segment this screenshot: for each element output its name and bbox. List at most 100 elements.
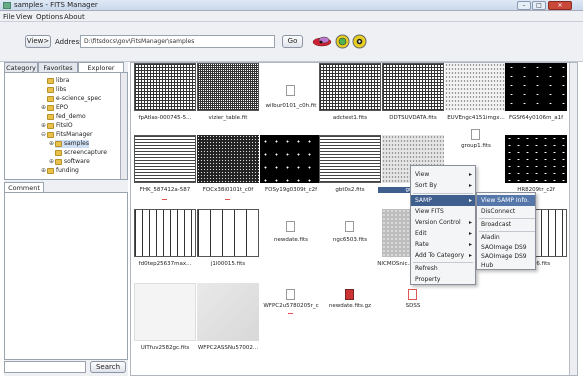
tree-node[interactable]: screencapture (55, 149, 107, 157)
file-name: vizier_table.fit (208, 115, 248, 121)
tree-node-selected[interactable]: samples (55, 140, 89, 148)
menu-item-view[interactable]: View ▸ (411, 169, 475, 180)
file-name: gbt0s2.fits (335, 187, 365, 193)
tree-node[interactable]: libra (47, 77, 69, 85)
folder-icon (47, 167, 54, 174)
marker (225, 199, 230, 200)
submenu-arrow-icon: ▸ (468, 230, 472, 237)
address-input[interactable]: D:\fitsdocs\gov\FitsManager\samples (80, 35, 275, 48)
menu-item-edit[interactable]: Edit ▸ (411, 228, 475, 239)
file-name: fd0tep25637max... (138, 261, 192, 267)
menu-view[interactable]: View (16, 13, 33, 21)
tree-vertical-scrollbar[interactable] (120, 73, 127, 179)
file-name: j1l00015.fits (210, 261, 246, 267)
tree-node[interactable]: FitsIO (47, 122, 73, 130)
minimize-button[interactable]: – (517, 1, 531, 10)
green-status-icon[interactable] (335, 34, 350, 49)
menu-item-samp[interactable]: SAMP ▸ (411, 195, 475, 206)
toolbar: View> Address D:\fitsdocs\gov\FitsManage… (0, 22, 583, 62)
menu-options[interactable]: Options (36, 13, 63, 21)
file-thumbnail (134, 135, 196, 183)
expand-toggle-icon[interactable]: ⊕ (49, 140, 54, 147)
left-panel: Category Favorites Explorer libra libs e… (4, 62, 128, 376)
submenu-arrow-icon: ▸ (468, 219, 472, 226)
maximize-button[interactable]: □ (532, 1, 546, 10)
folder-icon (47, 86, 54, 93)
tree-node[interactable]: EPO (47, 104, 68, 112)
folder-icon (47, 95, 54, 102)
folder-doc-icon (408, 289, 417, 300)
file-thumbnail (382, 209, 412, 257)
menu-item-hub[interactable]: Hub (477, 260, 535, 271)
file-name: fpAtlas-000745-5... (138, 115, 192, 121)
folder-icon (55, 149, 62, 156)
menu-item-version-control[interactable]: Version Control ▸ (411, 217, 475, 228)
file-document-icon (286, 221, 295, 232)
title-bar: samples - FITS Manager – □ ✕ (0, 0, 583, 11)
context-menu: View ▸ Sort By ▸ SAMP ▸ View FITS Version C… (410, 165, 476, 285)
file-thumbnail (134, 63, 196, 111)
search-input[interactable] (4, 361, 86, 373)
submenu-arrow-icon: ▸ (468, 197, 472, 204)
expand-toggle-icon[interactable]: ⊕ (49, 158, 54, 165)
file-document-icon (471, 129, 480, 140)
folder-tree: libra libs e-science_spec ⊕ EPO fed_demo… (4, 72, 128, 180)
file-document-icon (345, 221, 354, 232)
address-label: Address (55, 38, 83, 46)
tree-node[interactable]: software (55, 158, 90, 166)
file-document-icon (286, 85, 295, 96)
expand-toggle-icon[interactable]: ⊕ (41, 167, 46, 174)
menu-item-add-to-category[interactable]: Add To Category ▸ (411, 250, 475, 261)
tree-node[interactable]: FitsManager (47, 131, 92, 139)
file-name: SDSS (405, 303, 421, 309)
tree-node[interactable]: libs (47, 86, 66, 94)
submenu-arrow-icon: ▸ (468, 171, 472, 178)
menu-file[interactable]: File (3, 13, 15, 21)
menu-item-broadcast[interactable]: Broadcast (477, 219, 535, 230)
go-button[interactable]: Go (282, 35, 303, 48)
file-document-icon (286, 289, 295, 300)
menu-item-view-samp-info[interactable]: View SAMP Info. (477, 195, 535, 206)
file-name: FHK_587412a-587 (139, 187, 191, 193)
folder-icon (55, 158, 62, 165)
file-thumbnail (319, 63, 381, 111)
file-thumbnail (197, 135, 259, 183)
close-button[interactable]: ✕ (548, 1, 572, 10)
samp-logo-icon[interactable] (312, 34, 332, 48)
file-thumbnail (445, 63, 507, 111)
folder-icon (47, 113, 54, 120)
submenu-arrow-icon: ▸ (468, 241, 472, 248)
folder-icon (47, 131, 54, 138)
file-name: adctest1.fits (332, 115, 368, 121)
menu-item-property[interactable]: Property (411, 274, 475, 285)
menu-item-refresh[interactable]: Refresh (411, 263, 475, 274)
comment-textarea[interactable] (4, 192, 128, 360)
menu-bar: File View Options About (0, 11, 583, 22)
menu-item-rate[interactable]: Rate ▸ (411, 239, 475, 250)
menu-about[interactable]: About (64, 13, 85, 21)
file-name: FOCx38i0101t_c0f (202, 187, 254, 193)
view-button[interactable]: View> (25, 35, 51, 48)
file-name: wilbur0101_c0h.fit (265, 103, 317, 109)
file-thumbnail (382, 63, 444, 111)
file-name: UITfuv2582gc.fits (140, 345, 190, 351)
submenu-arrow-icon: ▸ (468, 182, 472, 189)
marker (162, 199, 167, 200)
tree-node[interactable]: e-science_spec (47, 95, 101, 103)
folder-icon (55, 140, 62, 147)
tree-node[interactable]: funding (47, 167, 79, 175)
collapse-toggle-icon[interactable]: ⊖ (41, 131, 46, 138)
submenu-arrow-icon: ▸ (468, 252, 472, 259)
menu-item-sort-by[interactable]: Sort By ▸ (411, 180, 475, 191)
file-thumbnail (319, 135, 381, 183)
expand-toggle-icon[interactable]: ⊕ (41, 104, 46, 111)
file-thumbnail (505, 63, 567, 111)
expand-toggle-icon[interactable]: ⊕ (41, 122, 46, 129)
menu-item-view-fits[interactable]: View FITS (411, 206, 475, 217)
menu-item-disconnect[interactable]: DisConnect (477, 206, 535, 217)
yellow-status-icon[interactable] (352, 34, 367, 49)
tree-node[interactable]: fed_demo (47, 113, 86, 121)
grid-vertical-scrollbar[interactable] (569, 63, 577, 375)
file-name: group1.fits (461, 143, 491, 149)
search-button[interactable]: Search (90, 361, 126, 373)
